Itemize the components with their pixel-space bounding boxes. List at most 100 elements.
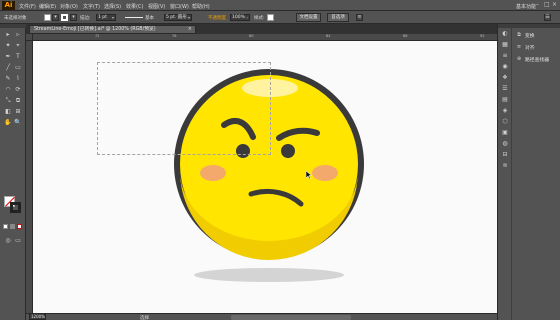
document-tab-title: StreamLine-Emoji [已转换].ai* @ 1200% (RGB/… xyxy=(34,27,156,32)
gradient-mode-swatch[interactable] xyxy=(10,224,15,229)
properties-panel-icon[interactable]: ≋ xyxy=(501,162,509,170)
color-panel-icon[interactable]: ◐ xyxy=(501,30,509,38)
transparency-panel-icon[interactable]: ◍ xyxy=(501,140,509,148)
stroke-label: 描边: xyxy=(80,16,91,21)
draw-mode-icon[interactable]: ◎ xyxy=(3,236,13,246)
illustrator-logo: Ai xyxy=(2,1,15,10)
variable-width-preview[interactable] xyxy=(125,17,143,18)
align-icon[interactable]: ≡ xyxy=(356,14,363,21)
selection-bounding-box[interactable] xyxy=(97,62,271,155)
opacity-field[interactable]: 100% › xyxy=(230,14,250,21)
brush-definition-value: 5 pt. 圆形 xyxy=(166,15,187,20)
maximize-button[interactable]: □ xyxy=(544,2,550,8)
menu-help[interactable]: 帮助(H) xyxy=(192,3,210,10)
transform-icon: ⧉ xyxy=(517,32,521,38)
ruler-tick-label: 88 xyxy=(403,34,408,38)
menu-file[interactable]: 文件(F) xyxy=(19,3,36,10)
menu-window[interactable]: 窗口(W) xyxy=(170,3,189,10)
shaper-tool-icon[interactable]: ◠ xyxy=(3,85,13,95)
menu-object[interactable]: 对象(O) xyxy=(60,3,78,10)
swatches-panel-icon[interactable]: ▦ xyxy=(501,41,509,49)
paintbrush-tool-icon[interactable]: ⌇ xyxy=(13,74,23,84)
artboard-canvas[interactable] xyxy=(33,41,497,313)
rectangle-tool-icon[interactable]: ▭ xyxy=(13,63,23,73)
brush-definition-field[interactable]: 5 pt. 圆形 ▾ xyxy=(164,14,192,21)
document-tab[interactable]: StreamLine-Emoji [已转换].ai* @ 1200% (RGB/… xyxy=(29,25,196,34)
pencil-tool-icon[interactable]: ✎ xyxy=(3,74,13,84)
ruler-tick-label: 84 xyxy=(326,34,331,38)
preferences-button[interactable]: 首选项 xyxy=(327,13,349,22)
tools-panel: ▸ ▹ ✦ ⌖ ✒ T ╱ ▭ ✎ ⌇ ◠ ⟳ ⤡ ⧉ ◧ ⊞ ✋ 🔍 ◎ ▭ xyxy=(0,24,26,320)
direct-selection-tool-icon[interactable]: ▹ xyxy=(13,30,23,40)
perspective-grid-tool-icon[interactable]: ⊞ xyxy=(13,107,23,117)
workspace-switcher[interactable]: 基本功能 xyxy=(516,3,536,10)
opacity-label[interactable]: 不透明度 xyxy=(208,15,226,21)
color-mode-swatch[interactable] xyxy=(3,224,8,229)
ruler-origin[interactable] xyxy=(26,34,33,41)
panel-menu-icon[interactable]: ☰ xyxy=(544,14,551,21)
minimize-button[interactable]: – xyxy=(536,2,541,8)
left-blush[interactable] xyxy=(200,165,226,181)
stroke-weight-field[interactable]: 1 pt ▾ xyxy=(96,14,116,21)
screen-mode-icon[interactable]: ▭ xyxy=(13,236,23,246)
stroke-swatch[interactable] xyxy=(61,14,68,21)
panel-grip[interactable] xyxy=(0,24,26,28)
libraries-panel-icon[interactable]: ▣ xyxy=(501,129,509,137)
graphic-style-swatch[interactable] xyxy=(267,14,274,21)
selection-tool-icon[interactable]: ▸ xyxy=(3,30,13,40)
stroke-color-box[interactable] xyxy=(10,202,21,213)
control-bar: 未选择对象 ▾ ▾ 描边: 1 pt ▾ 基本 5 pt. 圆形 ▾ 不透明度 … xyxy=(0,11,560,24)
free-transform-tool-icon[interactable]: ⧉ xyxy=(13,96,23,106)
pen-tool-icon[interactable]: ✒ xyxy=(3,52,13,62)
stroke-weight-value: 1 pt xyxy=(98,15,107,20)
magic-wand-tool-icon[interactable]: ✦ xyxy=(3,41,13,51)
panel-pathfinder[interactable]: ⊕ 路径查找器 xyxy=(512,54,560,64)
scale-tool-icon[interactable]: ⤡ xyxy=(3,96,13,106)
menu-select[interactable]: 选择(S) xyxy=(104,3,121,10)
horizontal-ruler[interactable]: 72 76 80 84 88 92 xyxy=(33,34,497,41)
menu-effect[interactable]: 效果(C) xyxy=(126,3,143,10)
ruler-tick-label: 72 xyxy=(95,34,100,38)
current-tool-status: 选择 xyxy=(140,316,149,320)
vertical-ruler[interactable] xyxy=(26,41,33,313)
artboards-panel-icon[interactable]: ▤ xyxy=(501,96,509,104)
panel-align[interactable]: ≡ 对齐 xyxy=(512,42,560,52)
zoom-tool-icon[interactable]: 🔍 xyxy=(13,118,23,128)
menu-edit[interactable]: 编辑(E) xyxy=(39,3,56,10)
type-tool-icon[interactable]: T xyxy=(13,52,23,62)
menu-type[interactable]: 文字(T) xyxy=(83,3,100,10)
ground-shadow[interactable] xyxy=(194,268,344,282)
close-window-button[interactable]: × xyxy=(552,2,557,8)
appearance-panel-icon[interactable]: ◈ xyxy=(501,107,509,115)
menu-view[interactable]: 视图(V) xyxy=(148,3,165,10)
brush-profile-label: 基本 xyxy=(145,16,154,21)
fill-dropdown-icon[interactable]: ▾ xyxy=(52,14,59,21)
fill-swatch[interactable] xyxy=(44,14,51,21)
layers-panel-icon[interactable]: ☰ xyxy=(501,85,509,93)
panel-label: 对齐 xyxy=(525,46,535,51)
menu-bar: Ai 文件(F) 编辑(E) 对象(O) 文字(T) 选择(S) 效果(C) 视… xyxy=(0,0,560,11)
stroke-panel-icon[interactable]: ≡ xyxy=(501,52,509,60)
status-bar: 1200% 选择 xyxy=(26,313,497,320)
stroke-dropdown-icon[interactable]: ▾ xyxy=(70,14,77,21)
right-eye[interactable] xyxy=(281,144,295,158)
panel-transform[interactable]: ⧉ 变换 xyxy=(512,30,560,40)
zoom-field[interactable]: 1200% xyxy=(29,314,46,320)
chevron-down-icon: ▾ xyxy=(111,15,114,20)
right-blush[interactable] xyxy=(312,165,338,181)
line-segment-tool-icon[interactable]: ╱ xyxy=(3,63,13,73)
rotate-tool-icon[interactable]: ⟳ xyxy=(13,85,23,95)
horizontal-scrollbar[interactable] xyxy=(231,315,351,320)
shape-builder-tool-icon[interactable]: ◧ xyxy=(3,107,13,117)
hand-tool-icon[interactable]: ✋ xyxy=(3,118,13,128)
navigator-panel-icon[interactable]: ⊟ xyxy=(501,151,509,159)
document-setup-button[interactable]: 文档设置 xyxy=(296,13,321,22)
ruler-tick-label: 76 xyxy=(172,34,177,38)
gradient-panel-icon[interactable]: ◉ xyxy=(501,63,509,71)
lasso-tool-icon[interactable]: ⌖ xyxy=(13,41,23,51)
symbols-panel-icon[interactable]: ❖ xyxy=(501,74,509,82)
graphic-styles-panel-icon[interactable]: ⬡ xyxy=(501,118,509,126)
close-icon[interactable]: × xyxy=(188,26,192,33)
none-mode-swatch[interactable] xyxy=(17,224,22,229)
align-icon: ≡ xyxy=(516,44,522,50)
